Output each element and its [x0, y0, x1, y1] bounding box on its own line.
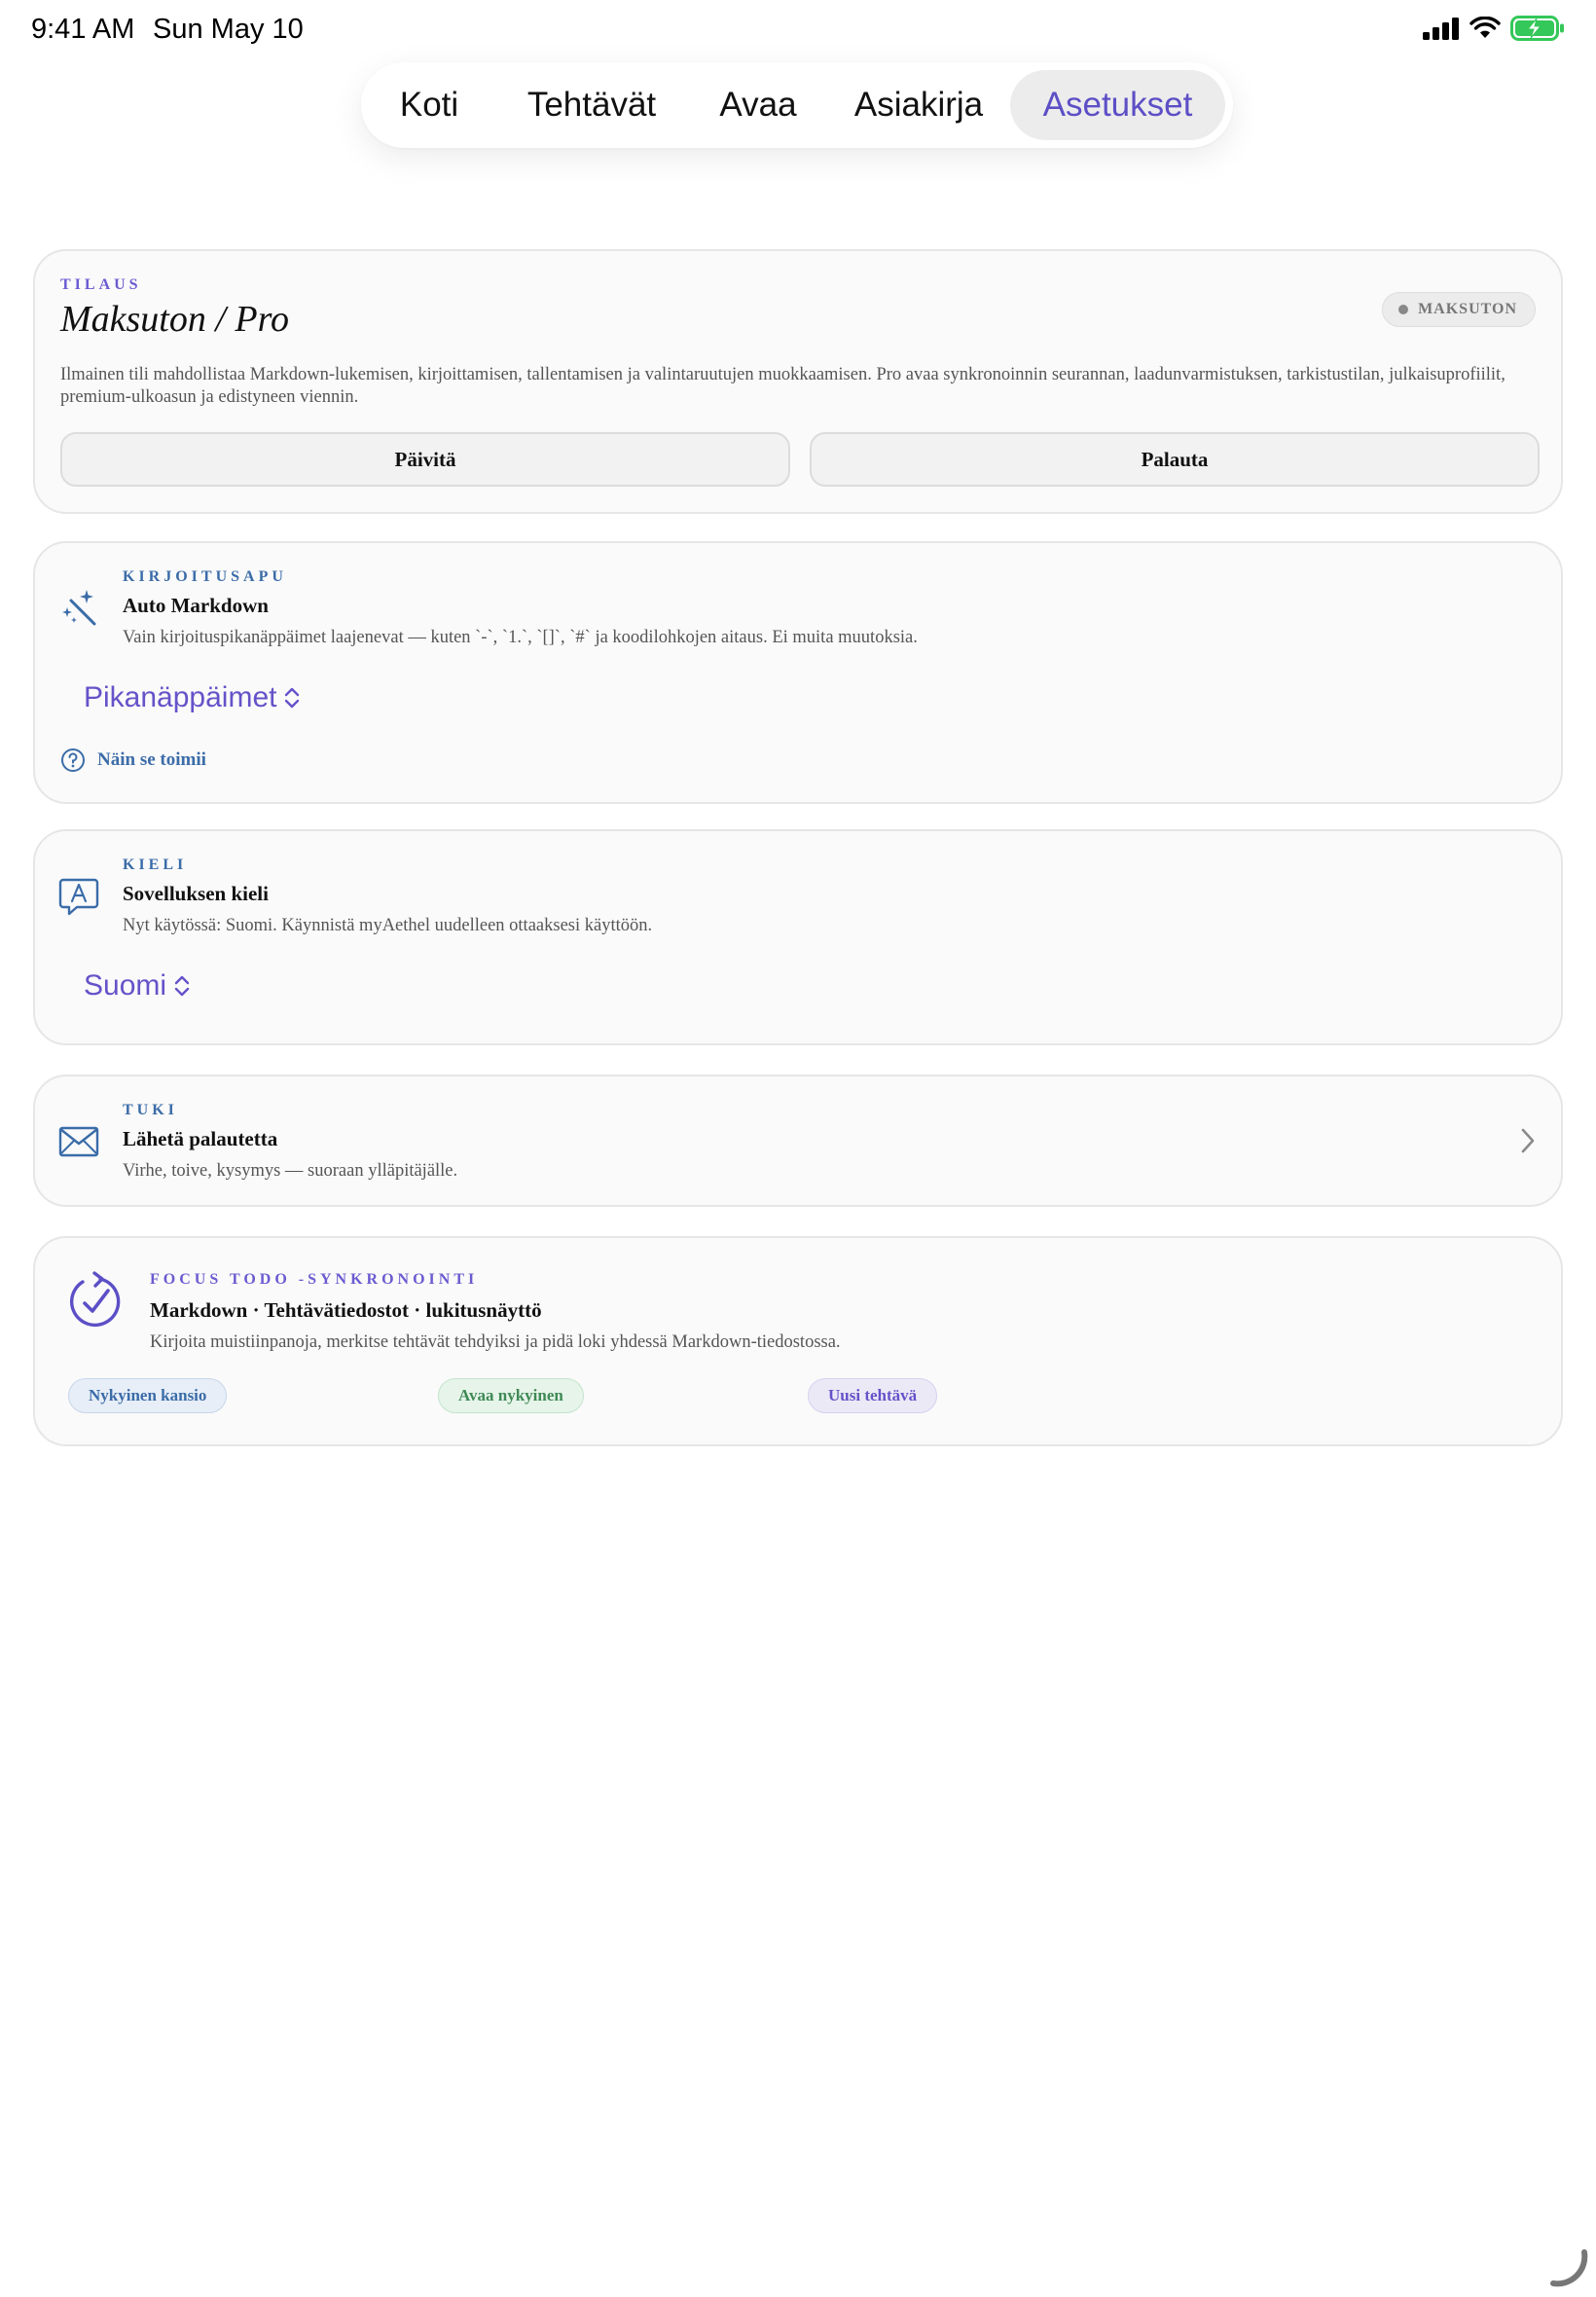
- focus-title: Markdown · Tehtävätiedostot · lukitusnäy…: [150, 1298, 542, 1322]
- status-time: 9:41 AM: [31, 14, 135, 45]
- language-eyebrow: KIELI: [123, 857, 188, 873]
- writing-assist-card: KIRJOITUSAPU Auto Markdown Vain kirjoitu…: [33, 541, 1563, 804]
- shortcuts-picker[interactable]: Pikanäppäimet: [84, 681, 302, 714]
- language-title: Sovelluksen kieli: [123, 882, 269, 905]
- tab-asiakirja[interactable]: Asiakirja: [834, 70, 1003, 140]
- plan-status-badge: MAKSUTON: [1382, 292, 1536, 327]
- envelope-icon: [58, 1125, 99, 1158]
- chevron-up-down-icon: [174, 975, 190, 997]
- badge-dot: [1398, 305, 1409, 314]
- wifi-icon: [1469, 17, 1501, 38]
- how-it-works-link[interactable]: Näin se toimii: [60, 747, 206, 773]
- new-task-chip[interactable]: Uusi tehtävä: [808, 1378, 938, 1413]
- writing-description: Vain kirjoituspikanäppäimet laajenevat —…: [123, 628, 918, 647]
- battery-charging-icon: [1510, 16, 1564, 41]
- focus-todo-card: FOCUS TODO -SYNKRONOINTI Markdown · Teht…: [33, 1236, 1563, 1446]
- language-picker-value: Suomi: [84, 969, 167, 1002]
- feedback-row[interactable]: TUKI Lähetä palautetta Virhe, toive, kys…: [33, 1075, 1563, 1207]
- how-it-works-label: Näin se toimii: [97, 749, 206, 770]
- status-date: Sun May 10: [153, 14, 304, 45]
- language-bubble-icon: [58, 876, 99, 917]
- writing-title: Auto Markdown: [123, 594, 269, 617]
- tab-asetukset[interactable]: Asetukset: [1010, 70, 1225, 140]
- plan-status-label: MAKSUTON: [1418, 301, 1517, 317]
- sync-check-icon: [68, 1271, 125, 1330]
- language-description: Nyt käytössä: Suomi. Käynnistä myAethel …: [123, 916, 653, 935]
- subscription-eyebrow: TILAUS: [60, 276, 142, 293]
- support-description: Virhe, toive, kysymys — suoraan ylläpitä…: [123, 1161, 458, 1181]
- status-bar: 9:41 AM Sun May 10: [0, 0, 1596, 60]
- focus-description: Kirjoita muistiinpanoja, merkitse tehtäv…: [150, 1332, 841, 1352]
- writing-eyebrow: KIRJOITUSAPU: [123, 568, 287, 585]
- tab-tehtavat[interactable]: Tehtävät: [501, 70, 682, 140]
- shortcuts-picker-value: Pikanäppäimet: [84, 681, 277, 713]
- cellular-signal-icon: [1423, 18, 1459, 40]
- upgrade-button[interactable]: Päivitä: [60, 432, 790, 487]
- tab-koti[interactable]: Koti: [377, 70, 482, 140]
- chevron-up-down-icon: [285, 687, 300, 709]
- subscription-description: Ilmainen tili mahdollistaa Markdown-luke…: [60, 365, 1505, 407]
- current-folder-chip[interactable]: Nykyinen kansio: [68, 1378, 228, 1413]
- top-tab-bar: Koti Tehtävät Avaa Asiakirja Asetukset: [361, 62, 1233, 148]
- status-icons: [1423, 16, 1565, 41]
- restore-button[interactable]: Palauta: [810, 432, 1540, 487]
- language-card: KIELI Sovelluksen kieli Nyt käytössä: Su…: [33, 829, 1563, 1045]
- subscription-title: Maksuton / Pro: [60, 299, 290, 340]
- chevron-right-icon: [1521, 1128, 1535, 1153]
- support-eyebrow: TUKI: [123, 1102, 178, 1118]
- resize-corner-indicator: [1550, 2249, 1588, 2287]
- tab-avaa[interactable]: Avaa: [702, 70, 815, 140]
- magic-wand-icon: [58, 588, 99, 629]
- focus-eyebrow: FOCUS TODO -SYNKRONOINTI: [150, 1271, 479, 1288]
- subscription-card: TILAUS Maksuton / Pro MAKSUTON Ilmainen …: [33, 249, 1563, 514]
- open-current-chip[interactable]: Avaa nykyinen: [438, 1378, 584, 1413]
- support-title: Lähetä palautetta: [123, 1127, 278, 1150]
- language-picker[interactable]: Suomi: [84, 969, 192, 1003]
- question-circle-icon: [61, 748, 85, 772]
